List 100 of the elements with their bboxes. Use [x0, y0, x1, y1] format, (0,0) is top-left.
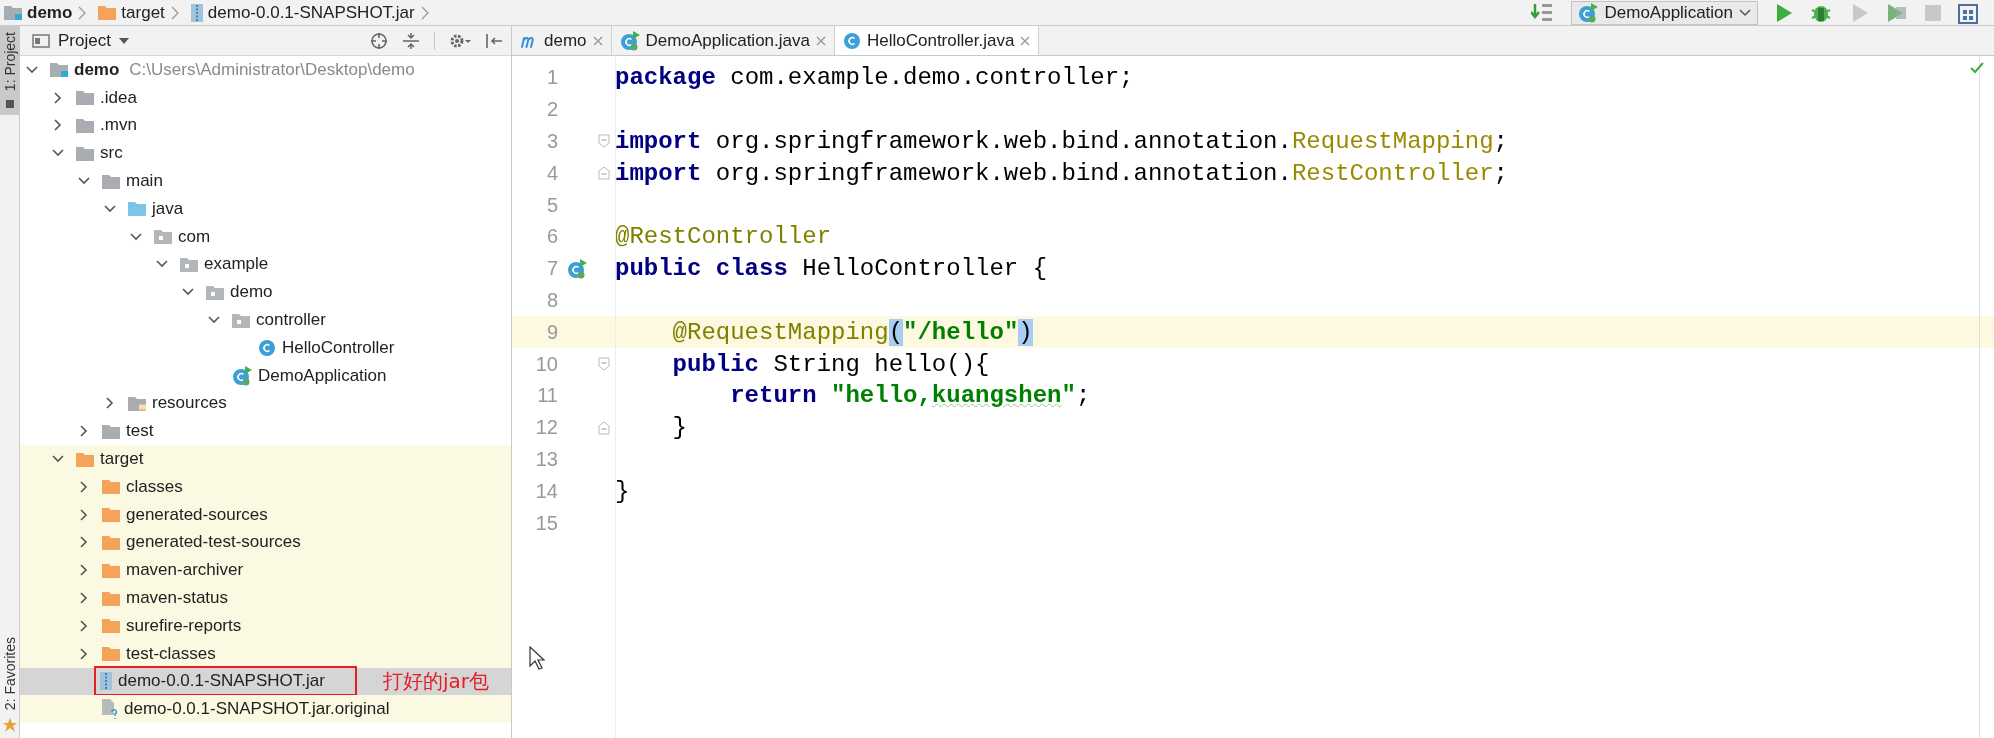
editor-tab[interactable]: DemoApplication.java [611, 26, 835, 55]
line-number: 13 [534, 447, 558, 471]
tree-item-label: maven-status [126, 588, 229, 609]
chevron-right-icon[interactable] [80, 619, 88, 632]
run-config-dropdown[interactable]: DemoApplication [1571, 0, 1758, 25]
checkmark-icon [1970, 62, 1984, 74]
tree-row[interactable]: DemoApplication [20, 361, 511, 390]
tree-row[interactable]: test-classes [20, 639, 511, 668]
module-folder-icon [4, 5, 22, 20]
tree-row[interactable]: HelloController [20, 333, 511, 362]
tree-item-label: surefire-reports [126, 615, 242, 636]
editor-tab[interactable]: demo [512, 26, 612, 55]
chevron-right-icon[interactable] [80, 592, 88, 605]
chevron-right-icon[interactable] [80, 480, 88, 493]
line-number: 2 [545, 98, 558, 122]
bean-icon [567, 258, 587, 279]
tree-item-label: target [100, 449, 144, 470]
chevron-down-icon[interactable] [26, 65, 38, 74]
caret-icon [1739, 8, 1751, 17]
chevron-down-icon[interactable] [130, 232, 142, 241]
hide-panel-icon[interactable] [485, 31, 503, 50]
chevron-right-icon[interactable] [54, 119, 62, 132]
breadcrumb[interactable]: target [121, 2, 165, 23]
breadcrumb[interactable]: demo-0.0.1-SNAPSHOT.jar [207, 2, 415, 23]
tree-row[interactable]: surefire-reports [20, 611, 511, 640]
chevron-right-icon[interactable] [80, 564, 88, 577]
close-icon[interactable] [592, 35, 603, 46]
chevron-right-icon[interactable] [106, 397, 114, 410]
chevron-down-icon[interactable] [78, 177, 90, 186]
close-icon[interactable] [815, 35, 826, 46]
folder-icon [76, 145, 94, 161]
tree-row[interactable]: classes [20, 472, 511, 501]
folder-icon [102, 423, 120, 439]
tree-row[interactable]: resources [20, 389, 511, 418]
tree-row[interactable]: java [20, 195, 511, 223]
tree-item-label: DemoApplication [258, 365, 387, 386]
code-line: import org.springframework.web.bind.annotation.RestController; [615, 159, 1508, 187]
tree-row[interactable]: demo-0.0.1-SNAPSHOT.jar.original [20, 695, 511, 724]
tree-item-label: HelloController [282, 337, 395, 358]
tree-item-label: generated-sources [126, 504, 268, 525]
collapse-icon[interactable] [402, 31, 420, 50]
editor-tab[interactable]: HelloController.java [834, 26, 1040, 55]
tree-item-label: java [152, 198, 184, 219]
chevron-down-icon[interactable] [104, 204, 116, 213]
tree-row[interactable]: demo C:\Users\Administrator\Desktop\demo [20, 56, 511, 84]
breadcrumb[interactable]: demo [27, 2, 73, 23]
chevron-down-icon[interactable] [182, 288, 194, 297]
chevron-right-icon[interactable] [80, 536, 88, 549]
tree-item-label: generated-test-sources [126, 532, 301, 553]
tree-row[interactable]: test [20, 417, 511, 446]
folder-icon [102, 479, 120, 495]
tree-row[interactable]: com [20, 222, 511, 251]
project-structure-icon[interactable] [1958, 1, 1980, 24]
panel-icon [32, 32, 50, 49]
tree-row[interactable]: generated-test-sources [20, 528, 511, 557]
panel-title[interactable]: Project [28, 28, 133, 53]
chevron-down-icon[interactable] [52, 455, 64, 464]
run-icon[interactable] [1774, 2, 1794, 23]
tree-row[interactable]: demo-0.0.1-SNAPSHOT.jar 打好的jar包 [20, 667, 511, 696]
class-run-icon [619, 30, 640, 51]
tree-row[interactable]: target [20, 445, 511, 473]
package-icon [180, 256, 198, 272]
chevron-right-icon[interactable] [54, 91, 62, 104]
tree-row[interactable]: controller [20, 306, 511, 334]
tree-row[interactable]: maven-status [20, 584, 511, 612]
close-icon[interactable] [1020, 35, 1031, 46]
chevron-right-icon [170, 5, 179, 20]
code-line: } [671, 414, 687, 442]
tree-row[interactable]: demo [20, 278, 511, 307]
folder-icon [102, 534, 120, 550]
line-number: 1 [545, 66, 558, 90]
chevron-down-icon[interactable] [52, 149, 64, 158]
line-number: 15 [534, 511, 558, 535]
tree-row[interactable]: src [20, 139, 511, 168]
folder-icon [128, 201, 146, 217]
tree-item-label: example [204, 254, 269, 275]
code-line: } [615, 477, 630, 505]
chevron-down-icon[interactable] [156, 260, 168, 269]
tree-row[interactable]: generated-sources [20, 500, 511, 529]
tree-item-label: maven-archiver [126, 560, 244, 581]
tree-item-label: controller [256, 310, 326, 331]
chevron-right-icon[interactable] [80, 508, 88, 521]
tree-row[interactable]: example [20, 250, 511, 279]
tree-row[interactable]: main [20, 167, 511, 195]
tree-row[interactable]: maven-archiver [20, 556, 511, 585]
line-number: 5 [545, 193, 558, 217]
chevron-right-icon[interactable] [80, 647, 88, 660]
tree-row[interactable]: .idea [20, 83, 511, 112]
line-number: 11 [536, 384, 558, 408]
chevron-down-icon[interactable] [208, 316, 220, 325]
class-run-icon [1578, 2, 1599, 23]
folder-icon [102, 618, 120, 634]
code-line: public class HelloController { [615, 255, 1048, 283]
tool-window-tab[interactable]: 2: Favorites [0, 630, 19, 738]
locate-icon[interactable] [370, 31, 388, 50]
folder-icon [102, 173, 120, 189]
tree-item-label: main [126, 171, 163, 192]
tree-row[interactable]: .mvn [20, 111, 511, 140]
tool-window-tab[interactable]: 1: Project [0, 26, 19, 116]
chevron-right-icon[interactable] [80, 425, 88, 438]
